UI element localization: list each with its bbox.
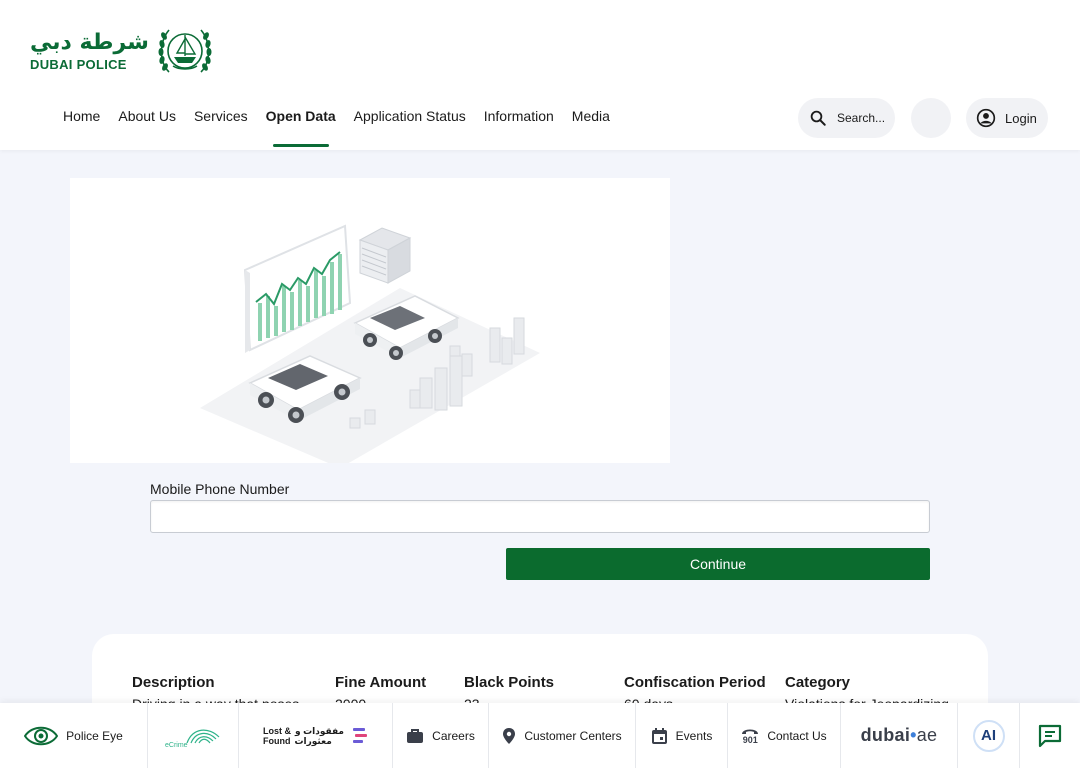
user-account-icon — [976, 108, 996, 128]
mobile-phone-input[interactable] — [150, 500, 930, 533]
logo-text: شرطة دبي DUBAI POLICE — [30, 29, 149, 72]
nav-item-open-data[interactable]: Open Data — [266, 108, 336, 148]
contact-us-label: Contact Us — [767, 728, 827, 743]
mobile-phone-label: Mobile Phone Number — [150, 481, 290, 497]
ai-assistant-link[interactable]: AI — [958, 703, 1020, 768]
site-header: شرطة دبي DUBAI POLICE Home About Us Serv… — [0, 0, 1080, 150]
ai-label: AI — [981, 727, 996, 744]
main-navigation: Home About Us Services Open Data Applica… — [63, 108, 628, 148]
traffic-data-illustration-icon — [200, 224, 540, 463]
police-eye-icon — [24, 726, 59, 745]
police-eye-link[interactable]: Police Eye — [0, 703, 148, 768]
lost-found-ar-1: مفقودات و — [294, 725, 344, 736]
ecrime-text: eCrime — [165, 742, 188, 749]
events-label: Events — [675, 728, 713, 743]
nav-item-about-us[interactable]: About Us — [118, 108, 176, 148]
briefcase-icon — [407, 728, 424, 743]
police-emblem-icon — [158, 29, 212, 73]
chat-icon — [1038, 724, 1062, 747]
careers-label: Careers — [432, 728, 475, 743]
search-placeholder: Search... — [837, 111, 886, 125]
description-header: Description — [132, 674, 215, 691]
lost-found-en-1: Lost & — [262, 725, 291, 736]
nav-item-services[interactable]: Services — [194, 108, 248, 148]
ai-icon: AI — [972, 719, 1005, 752]
dubai-ae-tld: ae — [916, 725, 938, 745]
careers-link[interactable]: Careers — [393, 703, 489, 768]
dubai-ae-logo: dubai•ae — [860, 725, 938, 745]
ecrime-logo-icon: eCrime — [165, 729, 220, 749]
search-button[interactable]: Search... — [798, 98, 895, 138]
logo-arabic-name: شرطة دبي — [30, 29, 149, 55]
lost-found-icon — [353, 727, 367, 743]
logo-english-name: DUBAI POLICE — [30, 56, 127, 72]
dubai-ae-link[interactable]: dubai•ae — [841, 703, 958, 768]
lost-and-found-link[interactable]: Lost & مفقودات و Found معثورات — [239, 703, 393, 768]
customer-centers-link[interactable]: Customer Centers — [489, 703, 636, 768]
events-link[interactable]: Events — [636, 703, 728, 768]
login-label: Login — [1005, 110, 1037, 126]
calendar-icon — [651, 727, 667, 744]
nav-item-application-status[interactable]: Application Status — [354, 108, 466, 148]
continue-button[interactable]: Continue — [506, 548, 930, 580]
category-header: Category — [785, 674, 851, 691]
dubai-police-logo[interactable]: شرطة دبي DUBAI POLICE — [30, 22, 215, 80]
police-eye-label: Police Eye — [66, 728, 123, 743]
location-pin-icon — [503, 727, 516, 744]
lost-found-ar-2: معثورات — [294, 735, 332, 746]
language-toggle-button[interactable] — [911, 98, 951, 138]
contact-code: 901 — [742, 734, 758, 745]
ecrime-link[interactable]: eCrime — [148, 703, 239, 768]
customer-centers-label: Customer Centers — [524, 728, 622, 743]
login-button[interactable]: Login — [966, 98, 1048, 138]
open-data-illustration — [70, 178, 670, 463]
confiscation-period-header: Confiscation Period — [624, 674, 766, 691]
black-points-header: Black Points — [464, 674, 555, 691]
fine-amount-header: Fine Amount — [335, 674, 427, 691]
chat-link[interactable] — [1020, 703, 1080, 768]
lost-found-en-2: Found — [262, 735, 291, 746]
search-icon — [810, 110, 826, 126]
contact-us-link[interactable]: 901 Contact Us — [728, 703, 841, 768]
phone-901-icon: 901 — [741, 727, 759, 745]
bottom-quick-links-bar: Police Eye eCrime Lost & مفقودات و Found م… — [0, 703, 1080, 768]
lost-found-label: Lost & مفقودات و Found معثورات — [263, 726, 344, 746]
dubai-ae-main: dubai — [860, 725, 911, 745]
nav-item-information[interactable]: Information — [484, 108, 554, 148]
nav-item-media[interactable]: Media — [572, 108, 610, 148]
nav-item-home[interactable]: Home — [63, 108, 100, 148]
